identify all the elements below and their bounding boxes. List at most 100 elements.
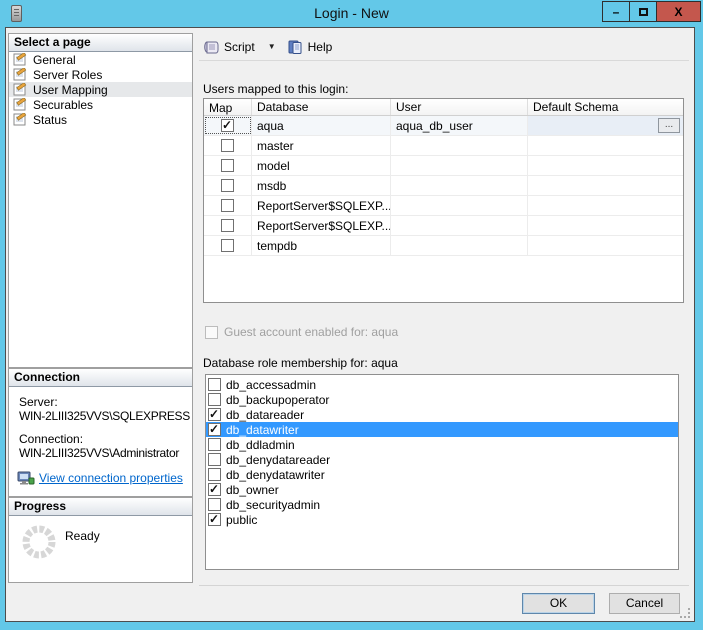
sidebar-item-securables[interactable]: Securables — [9, 97, 192, 112]
database-cell[interactable]: msdb — [252, 176, 391, 195]
connection-properties-icon — [17, 470, 35, 486]
role-row[interactable]: public — [206, 512, 678, 527]
user-cell[interactable] — [391, 176, 528, 195]
map-checkbox[interactable] — [221, 239, 234, 252]
column-header-default-schema[interactable]: Default Schema — [528, 99, 683, 115]
role-label: db_accessadmin — [221, 378, 316, 392]
role-row[interactable]: db_backupoperator — [206, 392, 678, 407]
role-row[interactable]: db_datareader — [206, 407, 678, 422]
column-header-map[interactable]: Map — [204, 99, 252, 115]
table-row[interactable]: model — [204, 156, 683, 176]
sidebar-item-user-mapping[interactable]: User Mapping — [9, 82, 192, 97]
role-checkbox[interactable] — [208, 423, 221, 436]
table-row[interactable]: master — [204, 136, 683, 156]
maximize-button[interactable] — [629, 1, 657, 22]
user-cell[interactable] — [391, 136, 528, 155]
dialog-toolbar: Script ▼ Help — [199, 33, 689, 61]
progress-status: Ready — [65, 529, 100, 543]
page-icon — [13, 53, 29, 66]
connection-panel: Connection Server: WIN-2LIII325VVS\SQLEX… — [8, 368, 193, 497]
script-dropdown-arrow[interactable]: ▼ — [259, 42, 283, 51]
role-label: public — [221, 513, 257, 527]
default-schema-cell[interactable] — [528, 216, 683, 235]
table-row[interactable]: tempdb — [204, 236, 683, 256]
role-checkbox[interactable] — [208, 378, 221, 391]
role-row[interactable]: db_ddladmin — [206, 437, 678, 452]
role-row[interactable]: db_securityadmin — [206, 497, 678, 512]
role-membership-list: db_accessadmin db_backupoperator db_data… — [205, 374, 679, 570]
database-cell[interactable]: model — [252, 156, 391, 175]
role-checkbox[interactable] — [208, 498, 221, 511]
role-row[interactable]: db_owner — [206, 482, 678, 497]
column-header-database[interactable]: Database — [252, 99, 391, 115]
resize-grip[interactable] — [680, 608, 690, 618]
guest-account-label: Guest account enabled for: aqua — [224, 325, 398, 339]
database-cell[interactable]: tempdb — [252, 236, 391, 255]
ok-button[interactable]: OK — [522, 593, 595, 614]
view-connection-properties-link[interactable]: View connection properties — [39, 471, 183, 485]
window-title: Login - New — [0, 5, 703, 21]
progress-header: Progress — [9, 498, 192, 516]
default-schema-cell[interactable] — [528, 196, 683, 215]
map-checkbox[interactable] — [221, 199, 234, 212]
map-checkbox[interactable] — [221, 119, 234, 132]
map-checkbox[interactable] — [221, 159, 234, 172]
default-schema-cell[interactable] — [528, 236, 683, 255]
users-mapped-label: Users mapped to this login: — [203, 82, 348, 96]
sidebar-item-server-roles[interactable]: Server Roles — [9, 67, 192, 82]
role-row[interactable]: db_denydatawriter — [206, 467, 678, 482]
table-row[interactable]: ReportServer$SQLEXP... — [204, 196, 683, 216]
sidebar-item-label: Securables — [29, 98, 93, 112]
user-cell[interactable] — [391, 196, 528, 215]
default-schema-cell[interactable] — [528, 136, 683, 155]
dialog-body: Select a page General Server Roles User … — [5, 27, 695, 622]
cancel-button[interactable]: Cancel — [609, 593, 680, 614]
default-schema-cell[interactable]: ... — [528, 116, 683, 135]
user-cell[interactable] — [391, 156, 528, 175]
role-checkbox[interactable] — [208, 393, 221, 406]
guest-account-checkbox — [205, 326, 218, 339]
sidebar-item-label: General — [29, 53, 76, 67]
table-row[interactable]: msdb — [204, 176, 683, 196]
sidebar-item-general[interactable]: General — [9, 52, 192, 67]
table-row[interactable]: aqua aqua_db_user ... — [204, 116, 683, 136]
database-cell[interactable]: aqua — [252, 116, 391, 135]
default-schema-cell[interactable] — [528, 156, 683, 175]
script-icon — [203, 39, 220, 55]
minimize-button[interactable]: – — [602, 1, 630, 22]
database-cell[interactable]: master — [252, 136, 391, 155]
column-header-user[interactable]: User — [391, 99, 528, 115]
sidebar-item-label: User Mapping — [29, 83, 108, 97]
database-cell[interactable]: ReportServer$SQLEXP... — [252, 196, 391, 215]
role-row[interactable]: db_accessadmin — [206, 377, 678, 392]
role-checkbox[interactable] — [208, 468, 221, 481]
role-checkbox[interactable] — [208, 513, 221, 526]
role-checkbox[interactable] — [208, 453, 221, 466]
role-checkbox[interactable] — [208, 483, 221, 496]
close-button[interactable]: X — [656, 1, 701, 22]
connection-label: Connection: — [19, 432, 192, 446]
role-row[interactable]: db_datawriter — [206, 422, 678, 437]
help-button[interactable]: Help — [283, 35, 337, 59]
map-checkbox[interactable] — [221, 219, 234, 232]
table-row[interactable]: ReportServer$SQLEXP... — [204, 216, 683, 236]
role-checkbox[interactable] — [208, 438, 221, 451]
user-cell[interactable]: aqua_db_user — [391, 116, 528, 135]
divider — [199, 585, 689, 586]
user-cell[interactable] — [391, 236, 528, 255]
database-cell[interactable]: ReportServer$SQLEXP... — [252, 216, 391, 235]
sidebar-item-status[interactable]: Status — [9, 112, 192, 127]
map-checkbox[interactable] — [221, 179, 234, 192]
title-bar[interactable]: Login - New – X — [0, 0, 703, 27]
role-checkbox[interactable] — [208, 408, 221, 421]
role-row[interactable]: db_denydatareader — [206, 452, 678, 467]
select-page-header: Select a page — [9, 34, 192, 52]
server-label: Server: — [19, 395, 192, 409]
browse-schema-button[interactable]: ... — [658, 118, 680, 133]
script-button-label: Script — [220, 40, 255, 54]
help-icon — [287, 39, 304, 55]
user-cell[interactable] — [391, 216, 528, 235]
default-schema-cell[interactable] — [528, 176, 683, 195]
script-button[interactable]: Script — [199, 35, 259, 59]
map-checkbox[interactable] — [221, 139, 234, 152]
